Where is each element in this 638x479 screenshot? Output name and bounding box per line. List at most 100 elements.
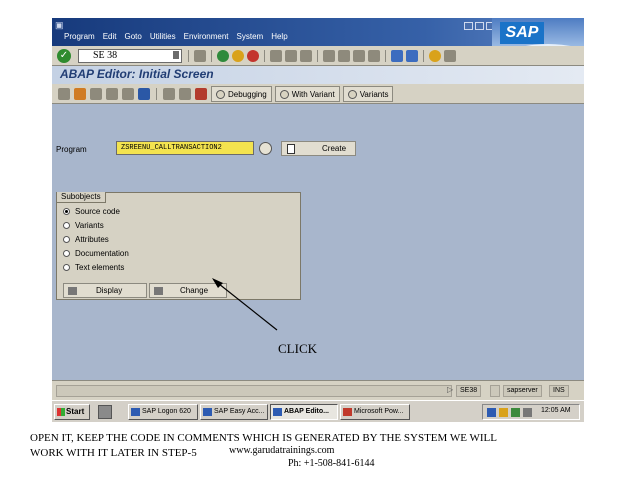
page-title: ABAP Editor: Initial Screen: [60, 67, 214, 81]
status-dropdown-icon[interactable]: [490, 385, 500, 397]
phone-text: Ph: +1-508-841-6144: [288, 458, 375, 469]
info-icon[interactable]: [138, 88, 150, 100]
menu-environment[interactable]: Environment: [184, 32, 229, 41]
radio-attributes[interactable]: Attributes: [63, 235, 109, 244]
radio-documentation[interactable]: Documentation: [63, 249, 129, 258]
new-document-icon: [287, 144, 295, 154]
task-powerpoint[interactable]: Microsoft Pow...: [340, 404, 410, 420]
other-object-icon[interactable]: [106, 88, 118, 100]
sap-app-icon: [273, 408, 282, 416]
tray-volume-icon[interactable]: [523, 408, 532, 417]
toolbar-separator: [423, 50, 424, 62]
tray-network-icon[interactable]: [487, 408, 496, 417]
copy-icon[interactable]: [179, 88, 191, 100]
command-dropdown-icon[interactable]: [173, 51, 179, 59]
variants-button[interactable]: Variants: [342, 86, 394, 102]
start-button[interactable]: Start: [54, 404, 90, 420]
execute-icon[interactable]: [195, 88, 207, 100]
delete-icon[interactable]: [163, 88, 175, 100]
sap-app-icon: [131, 408, 140, 416]
website-text: www.garudatrainings.com: [229, 445, 335, 456]
status-toggle-icon[interactable]: ▷: [447, 385, 453, 394]
check-syntax-icon[interactable]: [90, 88, 102, 100]
sap-logo: SAP: [500, 22, 544, 44]
task-label: ABAP Edito...: [284, 408, 329, 415]
main-content: Program ZSREENU_CALLTRANSACTION2 Create …: [52, 104, 584, 380]
start-label: Start: [66, 407, 85, 416]
standard-toolbar-icons: [186, 50, 456, 62]
subobjects-group: Subobjects Source code Variants Attribut…: [56, 192, 301, 300]
hierarchy-icon[interactable]: [122, 88, 134, 100]
radio-button[interactable]: [63, 222, 70, 229]
back-icon[interactable]: [217, 50, 229, 62]
glasses-icon: [68, 287, 77, 295]
cancel-icon[interactable]: [247, 50, 259, 62]
radio-text-elements[interactable]: Text elements: [63, 263, 124, 272]
toolbar-separator: [188, 50, 189, 62]
activate-icon[interactable]: [74, 88, 86, 100]
radio-source-code[interactable]: Source code: [63, 207, 120, 216]
radio-button[interactable]: [63, 236, 70, 243]
debugging-button[interactable]: Debugging: [211, 86, 272, 102]
radio-label: Documentation: [75, 249, 129, 258]
new-session-icon[interactable]: [391, 50, 403, 62]
tray-notify-icon[interactable]: [499, 408, 508, 417]
find-next-icon[interactable]: [300, 50, 312, 62]
print-icon[interactable]: [270, 50, 282, 62]
with-variant-button[interactable]: With Variant: [274, 86, 340, 102]
menu-goto[interactable]: Goto: [124, 32, 141, 41]
program-label: Program: [56, 145, 87, 154]
powerpoint-icon: [343, 408, 352, 416]
next-page-icon[interactable]: [353, 50, 365, 62]
windows-taskbar: Start SAP Logon 620 SAP Easy Acc... ABAP…: [52, 400, 584, 422]
maximize-button[interactable]: [475, 22, 484, 30]
save-icon[interactable]: [194, 50, 206, 62]
taskbar-clock: 12:05 AM: [541, 407, 571, 414]
debug-icon: [216, 89, 225, 99]
caption-line-2: WORK WITH IT LATER IN STEP-5: [30, 447, 197, 459]
caption-line-1: OPEN IT, KEEP THE CODE IN COMMENTS WHICH…: [30, 432, 497, 444]
task-sap-easy-access[interactable]: SAP Easy Acc...: [200, 404, 268, 420]
menu-system[interactable]: System: [237, 32, 264, 41]
toolbar-separator: [385, 50, 386, 62]
radio-label: Source code: [75, 207, 120, 216]
application-toolbar: Debugging With Variant Variants: [52, 84, 584, 104]
menu-edit[interactable]: Edit: [103, 32, 117, 41]
minimize-button[interactable]: [464, 22, 473, 30]
task-sap-logon[interactable]: SAP Logon 620: [128, 404, 198, 420]
status-server: sapserver: [503, 385, 542, 397]
first-page-icon[interactable]: [323, 50, 335, 62]
quick-launch-icon[interactable]: [98, 405, 112, 419]
menu-program[interactable]: Program: [64, 32, 95, 41]
radio-button[interactable]: [63, 250, 70, 257]
last-page-icon[interactable]: [368, 50, 380, 62]
status-transaction: SE38: [456, 385, 482, 397]
system-menu-icon[interactable]: ▣: [55, 20, 64, 31]
task-abap-editor[interactable]: ABAP Edito...: [270, 404, 338, 420]
radio-variants[interactable]: Variants: [63, 221, 104, 230]
layout-menu-icon[interactable]: [444, 50, 456, 62]
status-message-area: [56, 385, 452, 397]
previous-page-icon[interactable]: [338, 50, 350, 62]
exit-icon[interactable]: [232, 50, 244, 62]
menu-utilities[interactable]: Utilities: [150, 32, 176, 41]
search-help-icon[interactable]: [259, 142, 272, 155]
find-icon[interactable]: [285, 50, 297, 62]
where-used-icon[interactable]: [58, 88, 70, 100]
radio-button[interactable]: [63, 264, 70, 271]
application-icons: [58, 88, 207, 100]
sap-window: ▣ Program Edit Goto Utilities Environmen…: [52, 18, 584, 422]
shortcut-icon[interactable]: [406, 50, 418, 62]
command-field[interactable]: SE 38: [78, 49, 182, 63]
program-input[interactable]: ZSREENU_CALLTRANSACTION2: [116, 141, 254, 155]
tray-sap-icon[interactable]: [511, 408, 520, 417]
window-controls: [464, 22, 495, 30]
menu-help[interactable]: Help: [271, 32, 287, 41]
radio-button-selected[interactable]: [63, 208, 70, 215]
application-buttons: Debugging With Variant Variants: [211, 86, 394, 102]
create-button[interactable]: Create: [281, 141, 356, 156]
help-icon[interactable]: [429, 50, 441, 62]
enter-check-icon[interactable]: ✓: [57, 49, 71, 63]
display-button[interactable]: Display: [63, 283, 147, 298]
change-button[interactable]: Change: [149, 283, 227, 298]
